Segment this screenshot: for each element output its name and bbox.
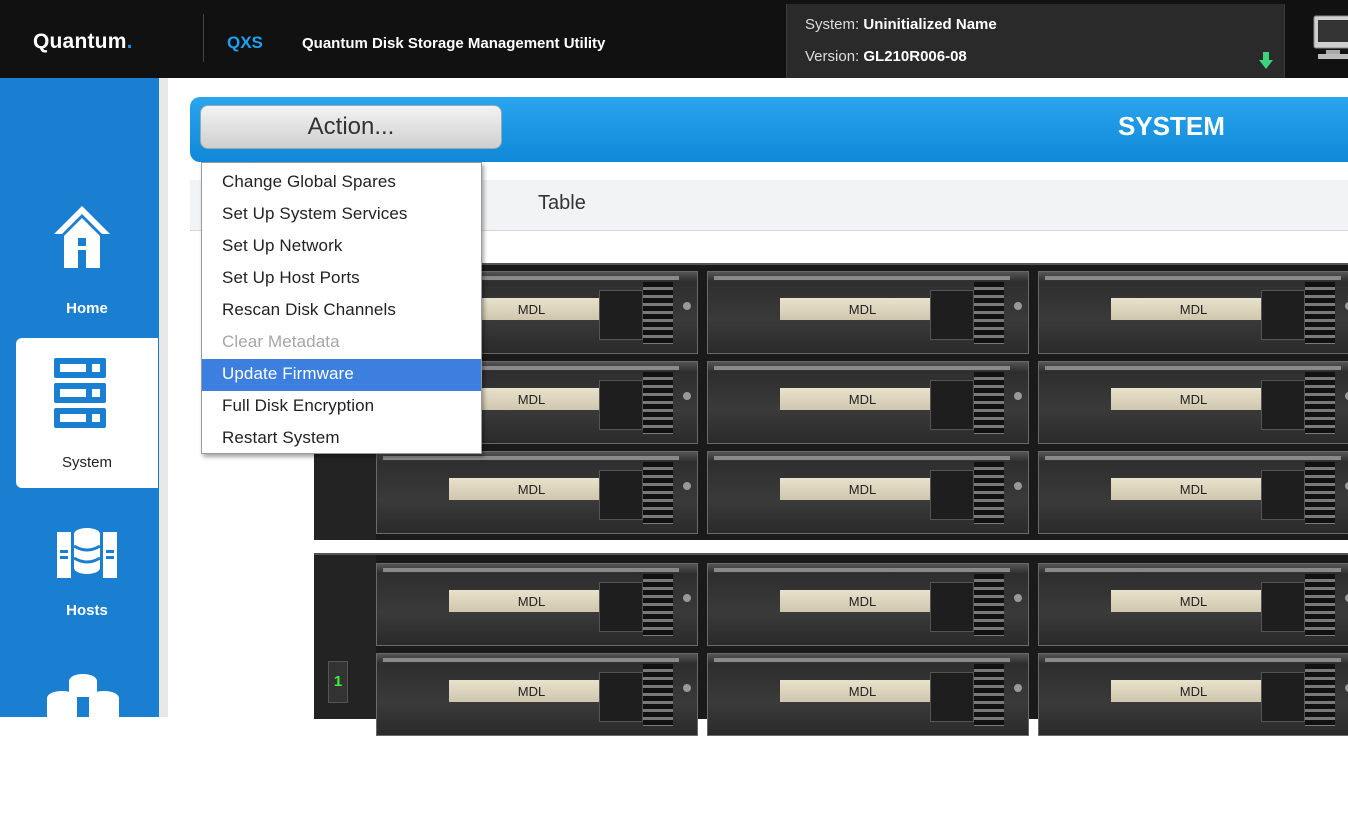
menu-item-set-up-system-services[interactable]: Set Up System Services <box>202 199 481 231</box>
disk-type-label: MDL <box>848 684 877 699</box>
menu-item-update-firmware[interactable]: Update Firmware <box>202 359 481 391</box>
menu-item-set-up-network[interactable]: Set Up Network <box>202 231 481 263</box>
menu-item-full-disk-encryption[interactable]: Full Disk Encryption <box>202 391 481 423</box>
sidebar-item-label: Hosts <box>66 602 108 619</box>
disk-type-label: MDL <box>848 594 877 609</box>
disk-type-label: MDL <box>848 482 877 497</box>
sidebar-item-hosts[interactable]: Hosts <box>16 512 158 662</box>
enclosure-id-label: 1 <box>328 661 348 703</box>
disk-slot[interactable]: MDL <box>707 653 1029 736</box>
disk-slot[interactable]: MDL <box>707 361 1029 444</box>
enclosure-1: 1 MDL MDL MDL MDL MDL MDL <box>314 553 1348 736</box>
disk-slot[interactable]: MDL <box>376 451 698 534</box>
disk-type-label: MDL <box>1179 594 1208 609</box>
version-line: Version: GL210R006-08 <box>805 48 967 65</box>
disk-type-label: MDL <box>517 594 546 609</box>
disk-slot[interactable]: MDL <box>707 271 1029 354</box>
disk-slot[interactable]: MDL <box>1038 361 1348 444</box>
action-dropdown-menu: Change Global Spares Set Up System Servi… <box>201 162 482 454</box>
tab-table[interactable]: Table <box>538 192 586 215</box>
disk-slot[interactable]: MDL <box>1038 451 1348 534</box>
system-info-panel[interactable]: System: Uninitialized Name Version: GL21… <box>786 4 1285 78</box>
sidebar-item-home[interactable]: Home <box>16 190 158 340</box>
sidebar-item-label: Home <box>66 300 108 317</box>
disk-slot[interactable]: MDL <box>1038 653 1348 736</box>
pools-icon <box>47 674 119 717</box>
monitor-icon[interactable] <box>1312 14 1348 60</box>
download-arrow-icon[interactable] <box>1259 52 1273 70</box>
disk-type-label: MDL <box>1179 392 1208 407</box>
hosts-icon <box>57 528 117 578</box>
disk-type-label: MDL <box>517 684 546 699</box>
disk-slot[interactable]: MDL <box>707 451 1029 534</box>
disk-slot[interactable]: MDL <box>376 653 698 736</box>
disk-type-label: MDL <box>1179 482 1208 497</box>
product-name: Quantum Disk Storage Management Utility <box>302 35 606 52</box>
quantum-logo: Quantum. <box>33 30 133 53</box>
menu-item-rescan-disk-channels[interactable]: Rescan Disk Channels <box>202 295 481 327</box>
menu-item-change-global-spares[interactable]: Change Global Spares <box>202 167 481 199</box>
disk-type-label: MDL <box>517 482 546 497</box>
menu-item-restart-system[interactable]: Restart System <box>202 423 481 455</box>
product-short-name: QXS <box>227 33 263 52</box>
system-rack-icon <box>54 358 106 428</box>
disk-slot[interactable]: MDL <box>707 563 1029 646</box>
disk-type-label: MDL <box>848 392 877 407</box>
disk-type-label: MDL <box>1179 684 1208 699</box>
sidebar-item-pools[interactable] <box>16 664 158 814</box>
page-title: SYSTEM <box>1118 111 1225 141</box>
header-divider <box>203 14 204 62</box>
disk-type-label: MDL <box>848 302 877 317</box>
menu-item-set-up-host-ports[interactable]: Set Up Host Ports <box>202 263 481 295</box>
disk-slot[interactable]: MDL <box>1038 271 1348 354</box>
system-name-line: System: Uninitialized Name <box>805 16 997 33</box>
sidebar-edge <box>159 78 168 717</box>
disk-slot[interactable]: MDL <box>1038 563 1348 646</box>
sidebar-item-label: System <box>61 454 112 471</box>
home-icon <box>54 206 110 268</box>
disk-type-label: MDL <box>1179 302 1208 317</box>
menu-item-clear-metadata: Clear Metadata <box>222 332 340 351</box>
disk-slot[interactable]: MDL <box>376 563 698 646</box>
header-bar: Quantum. QXS Quantum Disk Storage Manage… <box>0 0 1348 78</box>
action-menu-button[interactable]: Action... <box>200 105 502 149</box>
sidebar-item-system[interactable]: System <box>16 338 158 488</box>
